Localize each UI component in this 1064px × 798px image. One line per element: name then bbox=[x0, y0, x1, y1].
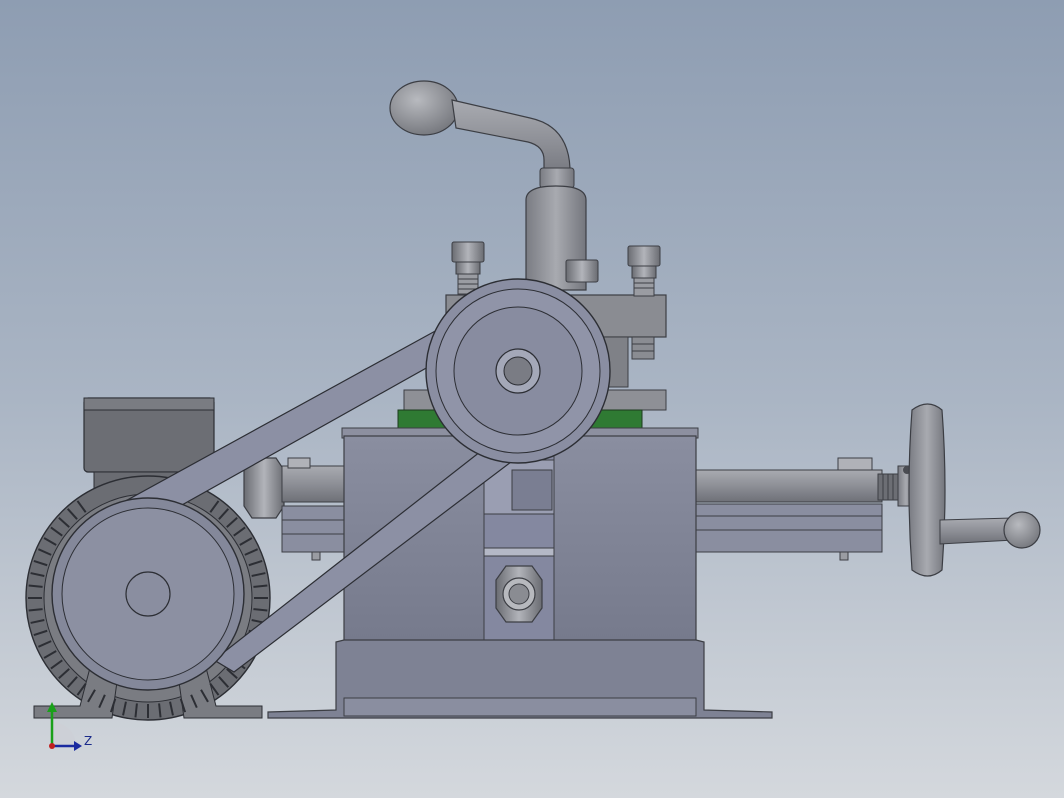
cad-viewport[interactable]: Z bbox=[0, 0, 1064, 798]
handle-lever[interactable] bbox=[389, 80, 587, 291]
handwheel[interactable] bbox=[897, 403, 1041, 577]
cad-model-render[interactable] bbox=[0, 0, 1064, 798]
base-plate bbox=[267, 639, 773, 719]
motor-pulley[interactable] bbox=[51, 497, 245, 691]
z-axis-label: Z bbox=[84, 734, 93, 748]
driven-pulley[interactable] bbox=[425, 278, 611, 464]
